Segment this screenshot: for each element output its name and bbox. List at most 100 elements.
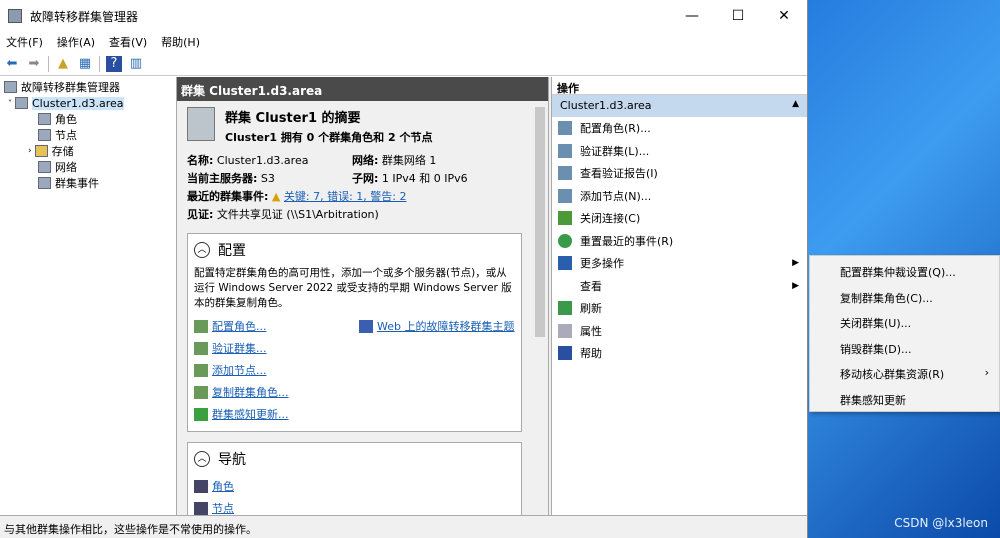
action-label: 添加节点(N)...: [580, 189, 652, 203]
menu-help[interactable]: 帮助(H): [161, 34, 200, 50]
menu-action[interactable]: 操作(A): [57, 34, 95, 50]
actions-subheader-label: Cluster1.d3.area: [560, 99, 652, 112]
validate-icon: [558, 143, 572, 158]
menu-bar: 文件(F) 操作(A) 查看(V) 帮助(H): [0, 32, 807, 52]
tree-item-cluster[interactable]: ˅ Cluster1.d3.area: [4, 95, 172, 111]
submenu-arrow-icon: ▶: [792, 258, 799, 269]
nav-roles-link[interactable]: 角色: [212, 478, 234, 494]
menu-item-move-core-resources[interactable]: 移动核心群集资源(R) ›: [810, 360, 999, 386]
divider: [48, 55, 49, 72]
name-value: Cluster1.d3.area: [216, 154, 309, 167]
action-configure-role[interactable]: 配置角色(R)...: [552, 117, 807, 140]
menu-file[interactable]: 文件(F): [6, 34, 43, 50]
tree-item-storage[interactable]: › 存储: [4, 143, 172, 159]
action-close-connection[interactable]: 关闭连接(C): [552, 207, 807, 230]
shortcut-icon: [194, 479, 208, 493]
tree-item-roles[interactable]: 角色: [4, 111, 172, 127]
configure-role-link[interactable]: 配置角色...: [212, 318, 267, 334]
witness-value: 文件共享见证 (\\S1\Arbitration): [216, 208, 379, 221]
action-label: 刷新: [580, 302, 602, 316]
storage-folder-icon: [34, 145, 48, 157]
roles-icon: [38, 113, 51, 125]
cluster-aware-update-link[interactable]: 群集感知更新...: [212, 406, 289, 422]
report-icon: [558, 166, 572, 181]
close-connection-icon: [558, 211, 572, 226]
center-header: 群集 Cluster1.d3.area: [177, 77, 548, 101]
network-icon: [38, 161, 51, 173]
action-more-actions[interactable]: 更多操作 ▶: [552, 252, 807, 275]
tree-item-nodes[interactable]: 节点: [4, 127, 172, 143]
navigation-tree: 故障转移群集管理器 ˅ Cluster1.d3.area 角色 节点 › 存储 网络…: [0, 77, 177, 515]
tree-item-events[interactable]: 群集事件: [4, 175, 172, 191]
help-book-icon: [359, 319, 373, 333]
actions-subheader[interactable]: Cluster1.d3.area ▲: [552, 95, 807, 117]
action-label: 关闭连接(C): [580, 212, 641, 226]
menu-item-destroy-cluster[interactable]: 销毁群集(D)...: [810, 335, 999, 361]
action-label: 属性: [580, 324, 602, 338]
tree-item-root[interactable]: 故障转移群集管理器: [4, 79, 172, 95]
cluster-manager-icon: [4, 81, 17, 93]
events-link[interactable]: 关键: 7, 错误: 1, 警告: 2: [284, 188, 407, 204]
menu-item-shutdown-cluster[interactable]: 关闭群集(U)...: [810, 309, 999, 335]
collapse-icon[interactable]: ︿: [194, 242, 210, 258]
menu-item-configure-quorum[interactable]: 配置群集仲裁设置(Q)...: [810, 258, 999, 284]
warning-icon: ▲: [271, 189, 281, 203]
copy-roles-icon: [194, 385, 208, 399]
action-add-node[interactable]: 添加节点(N)...: [552, 185, 807, 208]
validate-cluster-link[interactable]: 验证群集...: [212, 340, 267, 356]
action-reset-events[interactable]: 重置最近的事件(R): [552, 230, 807, 253]
show-hide-tree-icon[interactable]: ▦: [77, 56, 93, 72]
action-validate-cluster[interactable]: 验证群集(L)...: [552, 140, 807, 163]
menu-item-copy-roles[interactable]: 复制群集角色(C)...: [810, 284, 999, 310]
action-label: 查看验证报告(I): [580, 167, 658, 181]
close-button[interactable]: ✕: [761, 8, 807, 24]
action-refresh[interactable]: 刷新: [552, 297, 807, 320]
title-bar: 故障转移群集管理器 — ☐ ✕: [0, 0, 807, 32]
properties-icon: [558, 323, 572, 338]
configure-section: ︿ 配置 配置特定群集角色的高可用性，添加一个或多个服务器(节点)，或从运行 Wi…: [187, 233, 522, 432]
window-title: 故障转移群集管理器: [30, 9, 139, 24]
cluster-icon: [15, 97, 28, 109]
maximize-button[interactable]: ☐: [715, 8, 761, 24]
toolbar: ⬅ ➡ ▲ ▦ ? ▥: [0, 52, 807, 76]
configure-description: 配置特定群集角色的高可用性，添加一个或多个服务器(节点)，或从运行 Window…: [194, 267, 512, 309]
menu-item-cluster-aware-update[interactable]: 群集感知更新: [810, 386, 999, 412]
action-view[interactable]: 查看 ▶: [552, 275, 807, 298]
tree-item-networks[interactable]: 网络: [4, 159, 172, 175]
minimize-button[interactable]: —: [669, 8, 715, 24]
add-node-icon: [558, 188, 572, 203]
host-value: S3: [260, 172, 275, 185]
validate-cluster-icon: [194, 341, 208, 355]
web-topics-link[interactable]: Web 上的故障转移群集主题: [377, 318, 514, 334]
collapse-up-icon[interactable]: ▲: [792, 99, 799, 113]
vertical-scrollbar[interactable]: [532, 101, 548, 515]
navigate-section: ︿ 导航 角色 节点: [187, 442, 522, 515]
action-view-report[interactable]: 查看验证报告(I): [552, 162, 807, 185]
events-icon: [38, 177, 51, 189]
submenu-arrow-icon: ›: [984, 366, 989, 379]
collapse-icon[interactable]: ︿: [194, 451, 210, 467]
action-help[interactable]: 帮助: [552, 342, 807, 365]
action-pane-icon[interactable]: ▥: [128, 56, 144, 72]
menu-item-label: 复制群集角色(C)...: [840, 291, 933, 305]
expand-chevron-icon[interactable]: ›: [28, 146, 32, 156]
menu-item-label: 配置群集仲裁设置(Q)...: [840, 266, 956, 279]
more-actions-icon: [558, 256, 572, 271]
help-icon[interactable]: ?: [106, 55, 122, 72]
nav-nodes-link[interactable]: 节点: [212, 500, 234, 515]
menu-item-label: 移动核心群集资源(R): [840, 368, 945, 381]
reset-icon: [558, 233, 572, 248]
copy-roles-link[interactable]: 复制群集角色...: [212, 384, 289, 400]
subnet-label: 子网:: [352, 172, 379, 185]
forward-icon[interactable]: ➡: [26, 56, 42, 72]
action-label: 帮助: [580, 347, 602, 361]
action-label: 配置角色(R)...: [580, 122, 651, 136]
action-label: 重置最近的事件(R): [580, 234, 674, 248]
actions-header: 操作: [552, 77, 807, 95]
add-node-link[interactable]: 添加节点...: [212, 362, 267, 378]
action-properties[interactable]: 属性: [552, 320, 807, 343]
action-label: 验证群集(L)...: [580, 144, 650, 158]
back-icon[interactable]: ⬅: [4, 56, 20, 72]
folder-up-icon[interactable]: ▲: [55, 56, 71, 72]
menu-view[interactable]: 查看(V): [109, 34, 147, 50]
